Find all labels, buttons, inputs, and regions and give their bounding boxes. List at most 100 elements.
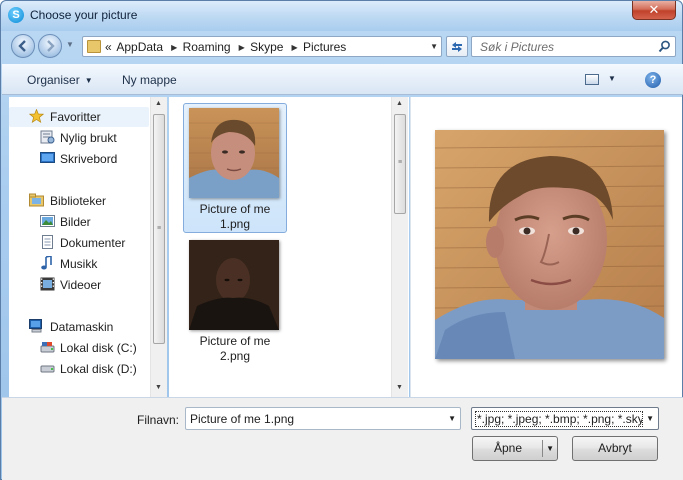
- sidebar-item-recent[interactable]: Nylig brukt: [9, 128, 149, 148]
- forward-button[interactable]: [38, 34, 62, 58]
- scrollbar-thumb[interactable]: ≡: [394, 114, 406, 214]
- file-name-label: Picture of me 2.png: [199, 334, 271, 363]
- libraries-icon: [29, 193, 44, 207]
- file-tile-picture-1[interactable]: Picture of me 1.png: [183, 103, 287, 233]
- computer-icon: [29, 319, 42, 333]
- split-divider: [542, 440, 543, 457]
- file-type-select[interactable]: *.jpg; *.jpeg; *.bmp; *.png; *.sky ▼: [471, 407, 659, 430]
- close-button[interactable]: ✕: [632, 1, 676, 20]
- file-type-value: *.jpg; *.jpeg; *.bmp; *.png; *.sky: [475, 411, 643, 427]
- sidebar-item-label: Nylig brukt: [60, 131, 117, 145]
- command-toolbar: Organiser ▼ Ny mappe ▼ ?: [2, 64, 683, 95]
- skype-logo-icon: S: [8, 7, 24, 23]
- drive-c-icon: [40, 342, 55, 353]
- desktop-icon: [40, 152, 55, 163]
- navigation-pane: Favoritter Nylig brukt Skrivebord Biblio…: [9, 97, 167, 397]
- organise-menu-button[interactable]: Organiser ▼: [27, 73, 93, 87]
- scrollbar-grip-icon: ≡: [398, 159, 402, 166]
- navigation-scrollbar[interactable]: ▲ ≡ ▼: [150, 97, 167, 397]
- breadcrumb-overflow[interactable]: «: [105, 40, 112, 54]
- search-input[interactable]: Søk i Pictures: [471, 36, 676, 57]
- chevron-down-icon[interactable]: ▼: [448, 414, 456, 423]
- scrollbar-thumb[interactable]: ≡: [153, 114, 165, 344]
- open-options-dropdown-icon[interactable]: ▼: [546, 437, 554, 460]
- new-folder-button[interactable]: Ny mappe: [122, 73, 177, 87]
- sidebar-item-computer[interactable]: Datamaskin: [9, 317, 149, 337]
- scroll-down-icon[interactable]: ▼: [396, 384, 403, 391]
- file-name-label: Picture of me 1.png: [199, 202, 271, 231]
- sidebar-item-videos[interactable]: Videoer: [9, 275, 149, 295]
- sidebar-item-libraries[interactable]: Biblioteker: [9, 191, 149, 211]
- back-button[interactable]: [11, 34, 35, 58]
- portrait-preview-icon: [435, 130, 664, 359]
- preview-image: [435, 130, 664, 359]
- filename-label: Filnavn:: [137, 413, 180, 427]
- breadcrumb-pictures[interactable]: Pictures: [303, 40, 346, 54]
- view-options-dropdown-icon[interactable]: ▼: [608, 74, 616, 83]
- address-dropdown-icon[interactable]: ▼: [430, 42, 438, 51]
- search-icon[interactable]: [658, 40, 671, 53]
- sidebar-item-pictures[interactable]: Bilder: [9, 212, 149, 232]
- help-icon[interactable]: ?: [645, 72, 661, 88]
- filename-value: Picture of me 1.png: [190, 412, 295, 426]
- sidebar-item-drive-d[interactable]: Lokal disk (D:): [9, 359, 149, 379]
- file-list-scrollbar[interactable]: ▲ ≡ ▼: [391, 97, 408, 397]
- scroll-up-icon[interactable]: ▲: [155, 100, 162, 107]
- sidebar-item-label: Skrivebord: [60, 152, 118, 166]
- breadcrumb-skype[interactable]: Skype: [250, 40, 283, 54]
- sidebar-item-drive-c[interactable]: Lokal disk (C:): [9, 338, 149, 358]
- file-list-pane: Picture of me 1.png Picture of me 2.png …: [169, 97, 409, 397]
- open-button-label: Åpne: [493, 441, 523, 455]
- change-view-icon[interactable]: [585, 74, 599, 85]
- documents-icon: [42, 235, 53, 249]
- sidebar-item-documents[interactable]: Dokumenter: [9, 233, 149, 253]
- thumbnail-image: [189, 108, 279, 198]
- folder-icon: [87, 40, 101, 53]
- open-button[interactable]: Åpne ▼: [472, 436, 558, 461]
- window-title: Choose your picture: [30, 8, 138, 22]
- title-bar: S Choose your picture ✕: [1, 1, 682, 31]
- breadcrumb-separator-icon[interactable]: ▶: [291, 43, 297, 52]
- sidebar-item-label: Datamaskin: [50, 320, 114, 334]
- forward-arrow-icon: [47, 40, 55, 52]
- cancel-button[interactable]: Avbryt: [572, 436, 658, 461]
- thumbnail-image: [189, 240, 279, 330]
- sidebar-item-desktop[interactable]: Skrivebord: [9, 149, 149, 169]
- recent-places-icon: [40, 130, 55, 144]
- sidebar-item-label: Lokal disk (C:): [60, 341, 137, 355]
- breadcrumb-appdata[interactable]: AppData: [116, 40, 163, 54]
- chevron-down-icon[interactable]: ▼: [646, 414, 654, 423]
- breadcrumb-roaming[interactable]: Roaming: [183, 40, 231, 54]
- scroll-down-icon[interactable]: ▼: [155, 384, 162, 391]
- pictures-icon: [40, 215, 55, 227]
- star-icon: [29, 109, 44, 123]
- address-bar[interactable]: « AppData ▶ Roaming ▶ Skype ▶ Pictures ▼: [82, 36, 442, 57]
- sidebar-item-label: Biblioteker: [50, 194, 107, 208]
- recent-locations-dropdown[interactable]: ▼: [66, 40, 74, 49]
- sidebar-item-label: Lokal disk (D:): [60, 362, 137, 376]
- dark-portrait-thumbnail-icon: [189, 240, 279, 330]
- drive-d-icon: [40, 365, 55, 373]
- file-tile-picture-2[interactable]: Picture of me 2.png: [183, 235, 287, 365]
- navigation-row: ▼ « AppData ▶ Roaming ▶ Skype ▶ Pictures ▼ …: [5, 32, 678, 60]
- sidebar-item-music[interactable]: Musikk: [9, 254, 149, 274]
- refresh-button[interactable]: [446, 36, 468, 57]
- filename-input[interactable]: Picture of me 1.png ▼: [185, 407, 461, 430]
- breadcrumb-separator-icon[interactable]: ▶: [239, 43, 245, 52]
- sidebar-item-favorites[interactable]: Favoritter: [9, 107, 149, 127]
- portrait-thumbnail-icon: [189, 108, 279, 198]
- breadcrumb: « AppData ▶ Roaming ▶ Skype ▶ Pictures: [105, 40, 348, 54]
- chevron-down-icon: ▼: [84, 76, 93, 85]
- breadcrumb-separator-icon[interactable]: ▶: [171, 43, 177, 52]
- sidebar-item-label: Favoritter: [50, 110, 101, 124]
- music-icon: [41, 256, 52, 270]
- search-placeholder: Søk i Pictures: [480, 40, 555, 54]
- refresh-icon: [452, 42, 462, 52]
- sidebar-item-label: Bilder: [60, 215, 91, 229]
- scroll-up-icon[interactable]: ▲: [396, 100, 403, 107]
- dialog-footer: Filnavn: Picture of me 1.png ▼ *.jpg; *.…: [2, 397, 683, 480]
- preview-pane: [410, 97, 682, 397]
- sidebar-item-label: Musikk: [60, 257, 98, 271]
- sidebar-item-label: Videoer: [60, 278, 102, 292]
- back-arrow-icon: [18, 40, 26, 52]
